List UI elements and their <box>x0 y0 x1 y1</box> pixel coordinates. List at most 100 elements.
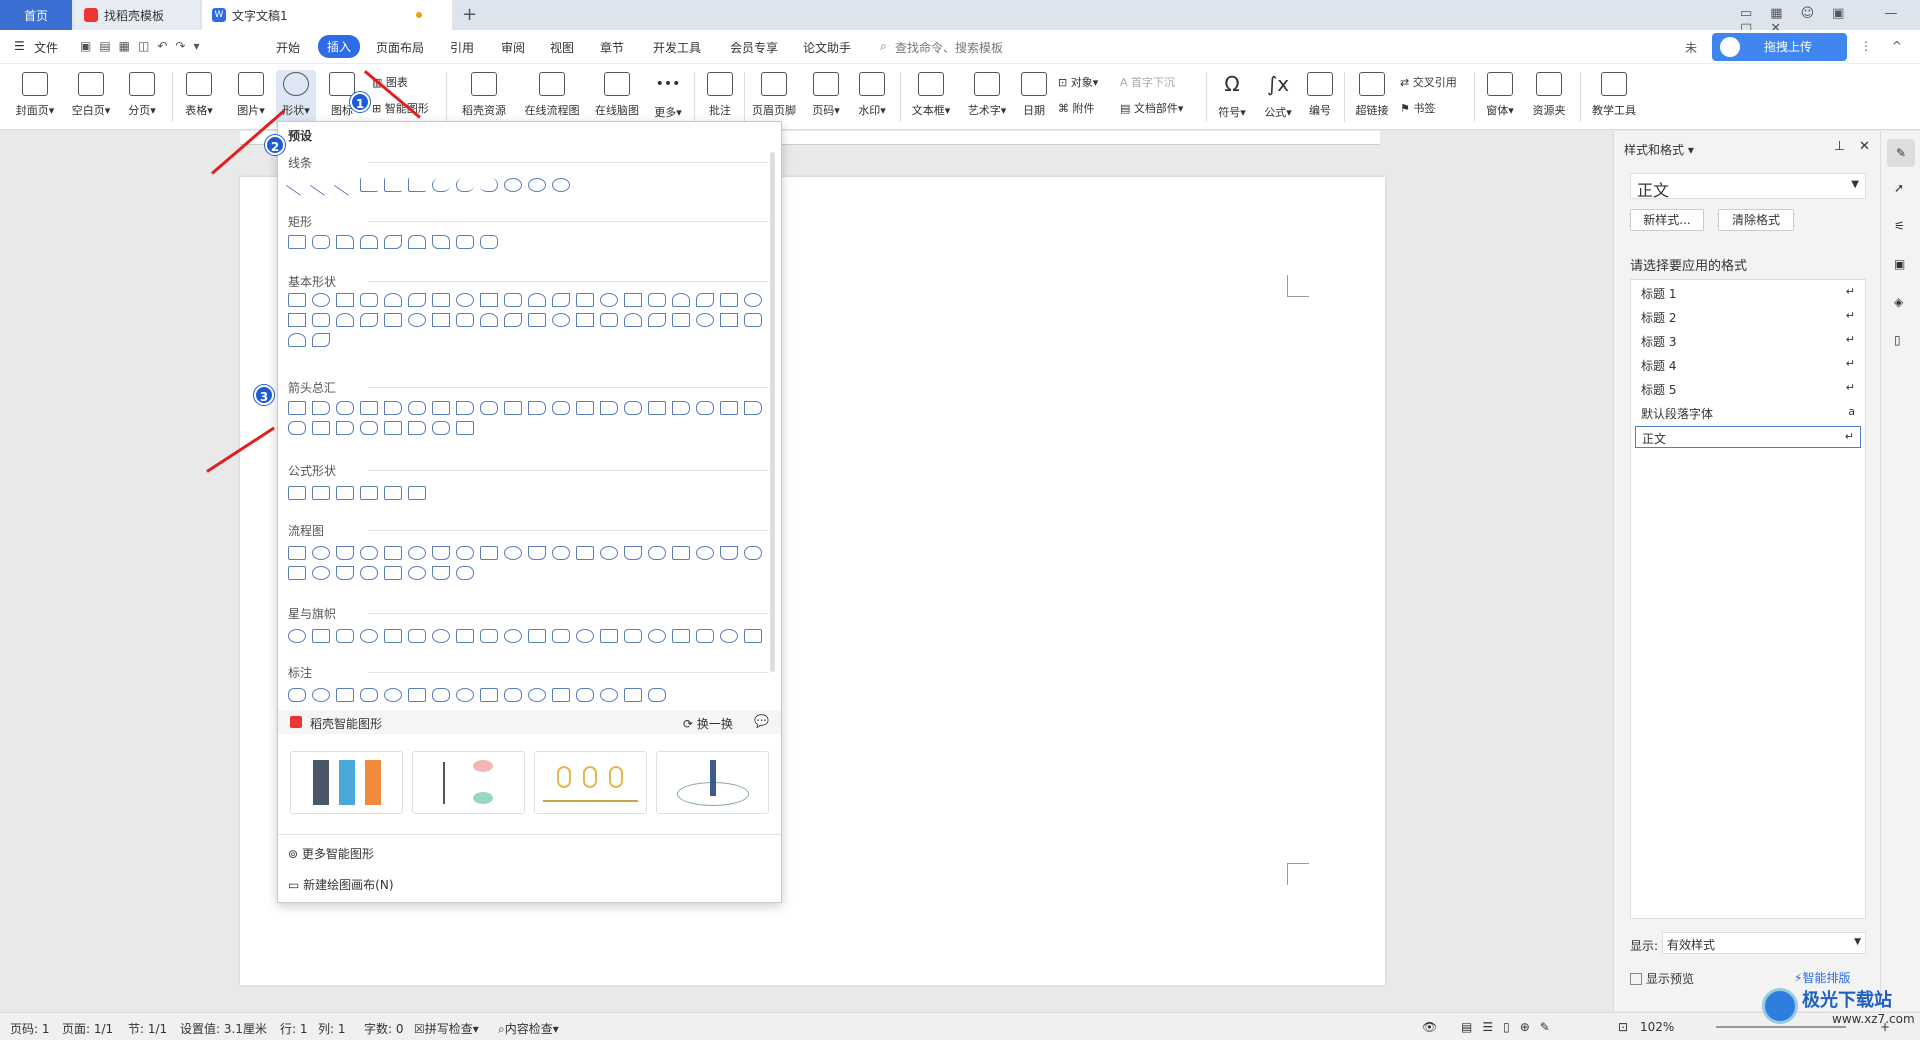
shape-item[interactable] <box>360 421 378 435</box>
content-check-button[interactable]: ⌕内容检查▾ <box>498 1020 559 1037</box>
status-col[interactable]: 列: 1 <box>318 1020 346 1037</box>
formula-button[interactable]: ∫x 公式▾ <box>1258 70 1298 126</box>
page-break-button[interactable]: 分页▾ <box>120 70 164 126</box>
command-search-input[interactable]: 查找命令、搜索模板 <box>895 39 1003 56</box>
teaching-tools-button[interactable]: 教学工具 <box>1586 70 1642 126</box>
shape-item[interactable] <box>432 178 450 192</box>
shape-item[interactable] <box>504 546 522 560</box>
shape-item[interactable] <box>336 235 354 249</box>
shape-item[interactable] <box>624 688 642 702</box>
status-section[interactable]: 节: 1/1 <box>128 1020 167 1037</box>
shape-item[interactable] <box>720 546 738 560</box>
shape-item[interactable] <box>312 486 330 500</box>
shape-item[interactable] <box>432 401 450 415</box>
menu-references[interactable]: 引用 <box>450 39 474 56</box>
shape-item[interactable] <box>696 546 714 560</box>
shape-item[interactable] <box>360 629 378 643</box>
shape-item[interactable] <box>336 629 354 643</box>
shape-item[interactable] <box>480 313 498 327</box>
shape-item[interactable] <box>744 401 762 415</box>
status-setting[interactable]: 设置值: 3.1厘米 <box>180 1020 267 1037</box>
flowchart-button[interactable]: 在线流程图 <box>520 70 584 126</box>
shape-item[interactable] <box>312 421 330 435</box>
shape-item[interactable] <box>336 421 354 435</box>
mindmap-button[interactable]: 在线脑图 <box>590 70 644 126</box>
shape-item[interactable] <box>312 546 330 560</box>
panel-scrollbar[interactable] <box>770 152 775 672</box>
shape-item[interactable] <box>672 293 690 307</box>
status-page[interactable]: 页码: 1 <box>10 1020 50 1037</box>
shape-item[interactable] <box>288 401 306 415</box>
shape-item[interactable] <box>576 401 594 415</box>
menu-home[interactable]: 开始 <box>276 39 300 56</box>
shape-item[interactable] <box>624 313 642 327</box>
shape-item[interactable] <box>624 546 642 560</box>
shape-item[interactable] <box>312 313 330 327</box>
comment-button[interactable]: 批注 <box>700 70 740 126</box>
style-list-item[interactable]: 标题 1 ↵ <box>1635 282 1861 304</box>
feedback-icon[interactable]: 💬 <box>754 714 769 728</box>
shape-item[interactable] <box>456 293 474 307</box>
upload-button[interactable]: 拖拽上传 <box>1712 33 1847 61</box>
shape-item[interactable] <box>456 401 474 415</box>
shape-item[interactable] <box>336 566 354 580</box>
shape-item[interactable] <box>600 313 618 327</box>
shape-item[interactable] <box>504 313 522 327</box>
shape-item[interactable] <box>696 293 714 307</box>
shape-item[interactable] <box>312 293 330 307</box>
menu-developer[interactable]: 开发工具 <box>653 39 701 56</box>
smart-template-4[interactable] <box>656 751 769 814</box>
header-footer-button[interactable]: 页眉页脚 <box>748 70 800 126</box>
shape-item[interactable] <box>456 546 474 560</box>
style-list-item[interactable]: 正文 ↵ <box>1635 426 1861 448</box>
shape-item[interactable] <box>648 629 666 643</box>
location-icon[interactable]: ◈ <box>1894 295 1903 309</box>
shape-item[interactable] <box>408 566 426 580</box>
shape-item[interactable] <box>432 421 450 435</box>
shape-item[interactable] <box>480 629 498 643</box>
docparts-button[interactable]: ▤ 文档部件▾ <box>1120 100 1183 116</box>
shape-item[interactable] <box>360 566 378 580</box>
shape-item[interactable] <box>504 629 522 643</box>
shape-item[interactable] <box>672 546 690 560</box>
show-filter-select[interactable]: 有效样式 ▼ <box>1662 932 1866 954</box>
hyperlink-button[interactable]: 超链接 <box>1350 70 1394 126</box>
shape-item[interactable] <box>408 688 426 702</box>
clear-format-button[interactable]: 清除格式 <box>1718 209 1794 231</box>
shape-item[interactable] <box>336 486 354 500</box>
shape-item[interactable] <box>744 629 762 643</box>
picture-button[interactable]: 图片▾ <box>230 70 272 126</box>
shape-item[interactable] <box>288 486 306 500</box>
resources-button[interactable]: 稻壳资源 <box>456 70 512 126</box>
shape-item[interactable] <box>360 688 378 702</box>
shape-item[interactable] <box>312 629 330 643</box>
file-menu[interactable]: 文件 <box>34 39 58 56</box>
shape-item[interactable] <box>696 401 714 415</box>
shape-item[interactable] <box>360 235 378 249</box>
shape-item[interactable] <box>360 293 378 307</box>
shape-item[interactable] <box>288 546 306 560</box>
close-icon[interactable]: ✕ <box>1859 139 1870 154</box>
zoom-level[interactable]: 102% <box>1640 1020 1674 1034</box>
status-words[interactable]: 字数: 0 <box>364 1020 404 1037</box>
style-list[interactable]: 标题 1 ↵ 标题 2 ↵ 标题 3 ↵ 标题 4 ↵ 标题 5 ↵ 默认段落字体 a 正文 ↵ <box>1630 279 1866 919</box>
more-options-icon[interactable]: ⋮ ^ <box>1860 39 1910 53</box>
book-icon[interactable]: ▯ <box>1894 333 1901 347</box>
pin-icon[interactable]: ⊥ <box>1834 139 1845 154</box>
shape-item[interactable] <box>528 178 546 192</box>
shape-item[interactable] <box>408 546 426 560</box>
shape-item[interactable] <box>504 178 522 192</box>
object-button[interactable]: ⊡ 对象▾ <box>1058 74 1098 90</box>
symbol-button[interactable]: Ω 符号▾ <box>1212 70 1252 126</box>
shape-item[interactable] <box>336 313 354 327</box>
shape-item[interactable] <box>480 178 498 192</box>
status-row[interactable]: 行: 1 <box>280 1020 308 1037</box>
shape-item[interactable] <box>456 566 474 580</box>
shape-item[interactable] <box>528 546 546 560</box>
shape-item[interactable] <box>432 293 450 307</box>
new-style-button[interactable]: 新样式... <box>1630 209 1704 231</box>
smart-template-3[interactable] <box>534 751 647 814</box>
shape-item[interactable] <box>360 401 378 415</box>
dropcap-button[interactable]: A 首字下沉 <box>1120 74 1175 90</box>
shape-item[interactable] <box>384 293 402 307</box>
